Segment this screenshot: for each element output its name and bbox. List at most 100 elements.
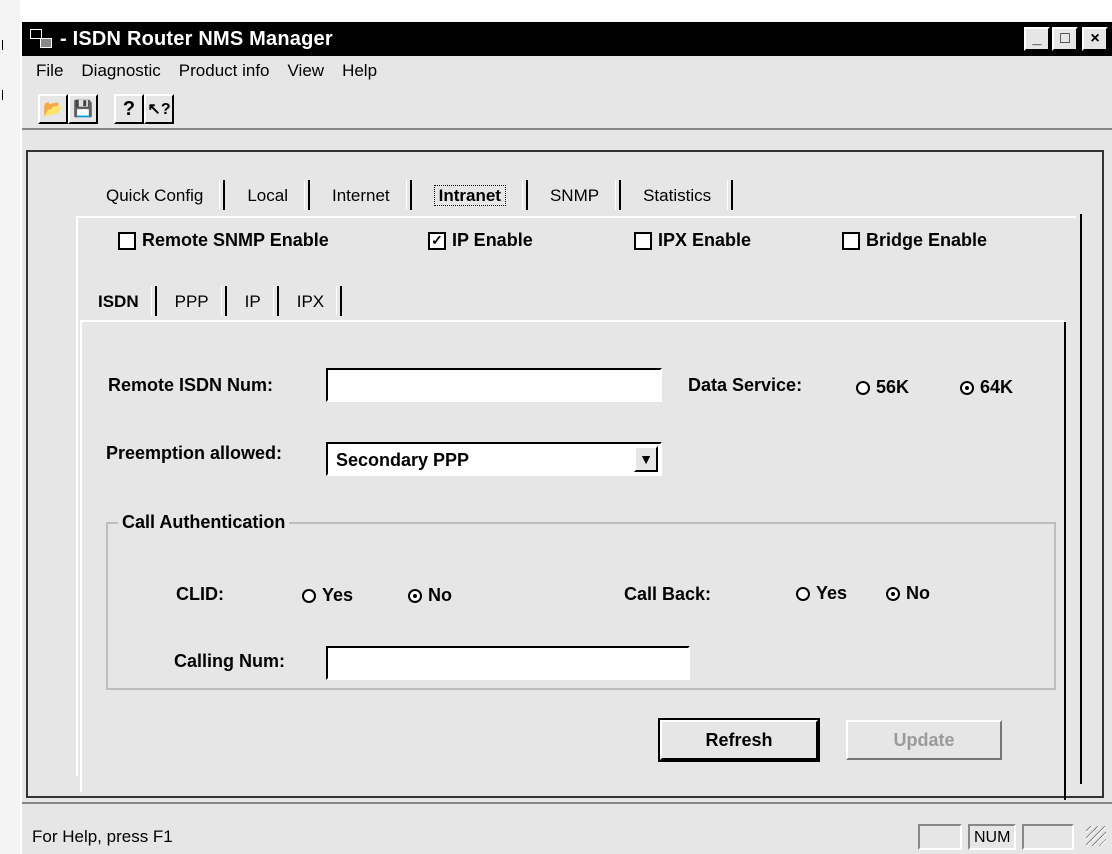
status-pane-num: NUM — [968, 824, 1016, 850]
desktop-background — [0, 0, 20, 854]
call-back-label: Call Back: — [624, 584, 712, 604]
sub-tab-strip: ISDN PPP IP IPX — [80, 282, 343, 318]
clid-no-radio[interactable]: No — [408, 585, 452, 606]
checkbox-box — [118, 231, 136, 250]
help-button[interactable]: ? — [114, 94, 144, 124]
desktop-edge-mark — [2, 90, 9, 100]
remote-snmp-enable-checkbox[interactable]: Remote SNMP Enable — [118, 230, 329, 251]
checkbox-label: IP Enable — [452, 230, 533, 250]
call-back-yes-radio[interactable]: Yes — [796, 583, 847, 604]
tab-label: ISDN — [98, 292, 139, 311]
tab-label: Quick Config — [106, 186, 204, 205]
status-text: For Help, press F1 — [32, 827, 173, 846]
maximize-button[interactable]: □ — [1052, 27, 1078, 51]
clid-yes-radio[interactable]: Yes — [302, 585, 353, 606]
checkbox-label: Remote SNMP Enable — [142, 230, 329, 250]
tab-label: Statistics — [643, 186, 712, 205]
radio-dot — [408, 588, 422, 603]
minimize-icon: _ — [1032, 30, 1042, 47]
radio-label: No — [906, 583, 930, 603]
tab-label: Internet — [331, 186, 390, 205]
refresh-button[interactable]: Refresh — [660, 720, 818, 760]
radio-dot — [960, 380, 974, 395]
checkbox-box — [842, 231, 860, 250]
calling-num-input[interactable] — [326, 646, 690, 680]
data-service-64k-radio[interactable]: 64K — [960, 377, 1013, 398]
app-icon[interactable] — [28, 26, 54, 52]
call-authentication-title: Call Authentication — [118, 512, 290, 533]
open-button[interactable]: 📂 — [38, 94, 68, 124]
window-title: - ISDN Router NMS Manager — [60, 27, 333, 50]
close-icon: × — [1090, 30, 1100, 47]
tab-label: Local — [247, 186, 288, 205]
tab-label: Intranet — [433, 185, 506, 206]
toolbar: 📂 💾 ? ↖? — [22, 88, 1112, 130]
radio-label: 56K — [876, 377, 910, 397]
menu-file[interactable]: File — [36, 61, 63, 81]
context-help-icon: ↖? — [147, 101, 171, 118]
tab-label: IPX — [296, 292, 325, 311]
radio-label: 64K — [980, 377, 1014, 397]
subtab-ipx[interactable]: IPX — [279, 282, 343, 318]
tab-intranet[interactable]: Intranet — [412, 178, 528, 212]
preemption-allowed-label: Preemption allowed: — [106, 443, 283, 463]
subtab-ppp[interactable]: PPP — [157, 282, 227, 318]
menu-product-info[interactable]: Product info — [179, 61, 270, 81]
close-button[interactable]: × — [1082, 27, 1108, 51]
radio-label: Yes — [816, 583, 848, 603]
resize-grip[interactable] — [1086, 826, 1106, 846]
update-button[interactable]: Update — [846, 720, 1002, 760]
tab-internet[interactable]: Internet — [310, 178, 412, 212]
subtab-isdn[interactable]: ISDN — [80, 282, 157, 318]
radio-label: Yes — [322, 585, 354, 605]
checkbox-label: IPX Enable — [658, 230, 752, 250]
tab-local[interactable]: Local — [225, 178, 310, 212]
main-tab-strip: Quick Config Local Internet Intranet SNM… — [84, 178, 734, 212]
tab-statistics[interactable]: Statistics — [621, 178, 734, 212]
radio-dot — [856, 380, 870, 395]
ip-enable-checkbox[interactable]: ✓ IP Enable — [428, 230, 533, 251]
tab-label: IP — [244, 292, 261, 311]
divider — [22, 802, 1112, 804]
bridge-enable-checkbox[interactable]: Bridge Enable — [842, 230, 987, 251]
select-value: Secondary PPP — [336, 450, 470, 470]
ipx-enable-checkbox[interactable]: IPX Enable — [634, 230, 751, 251]
chevron-down-icon[interactable]: ▼ — [634, 446, 658, 472]
radio-dot — [886, 586, 900, 601]
subtab-ip[interactable]: IP — [227, 282, 279, 318]
checkbox-label: Bridge Enable — [866, 230, 988, 250]
status-pane-empty — [1022, 824, 1074, 850]
remote-isdn-num-input[interactable] — [326, 368, 662, 402]
menu-diagnostic[interactable]: Diagnostic — [81, 61, 160, 81]
minimize-button[interactable]: _ — [1024, 27, 1050, 51]
context-help-button[interactable]: ↖? — [144, 94, 174, 124]
data-service-label: Data Service: — [688, 375, 803, 395]
open-folder-icon: 📂 — [43, 101, 63, 118]
help-icon: ? — [122, 97, 136, 120]
menu-bar: File Diagnostic Product info View Help — [22, 56, 1112, 86]
tab-quick-config[interactable]: Quick Config — [84, 178, 226, 212]
tab-label: SNMP — [549, 186, 600, 205]
title-bar[interactable]: - ISDN Router NMS Manager _ □ × — [22, 22, 1112, 56]
status-bar: For Help, press F1 NUM — [20, 820, 1112, 854]
data-service-56k-radio[interactable]: 56K — [856, 377, 909, 398]
tab-label: PPP — [174, 292, 209, 311]
radio-label: No — [428, 585, 452, 605]
tab-snmp[interactable]: SNMP — [528, 178, 622, 212]
save-icon: 💾 — [73, 101, 93, 118]
checkmark-icon: ✓ — [428, 231, 446, 250]
menu-view[interactable]: View — [288, 61, 325, 81]
remote-isdn-num-label: Remote ISDN Num: — [108, 375, 274, 395]
maximize-icon: □ — [1060, 30, 1070, 47]
status-pane-empty — [918, 824, 962, 850]
radio-dot — [302, 588, 316, 603]
clid-label: CLID: — [176, 584, 224, 604]
radio-dot — [796, 586, 810, 601]
desktop-edge-mark — [2, 40, 9, 50]
preemption-allowed-select[interactable]: Secondary PPP ▼ — [326, 442, 662, 476]
menu-help[interactable]: Help — [342, 61, 377, 81]
save-button[interactable]: 💾 — [68, 94, 98, 124]
checkbox-box — [634, 231, 652, 250]
calling-num-label: Calling Num: — [174, 651, 285, 671]
call-back-no-radio[interactable]: No — [886, 583, 930, 604]
